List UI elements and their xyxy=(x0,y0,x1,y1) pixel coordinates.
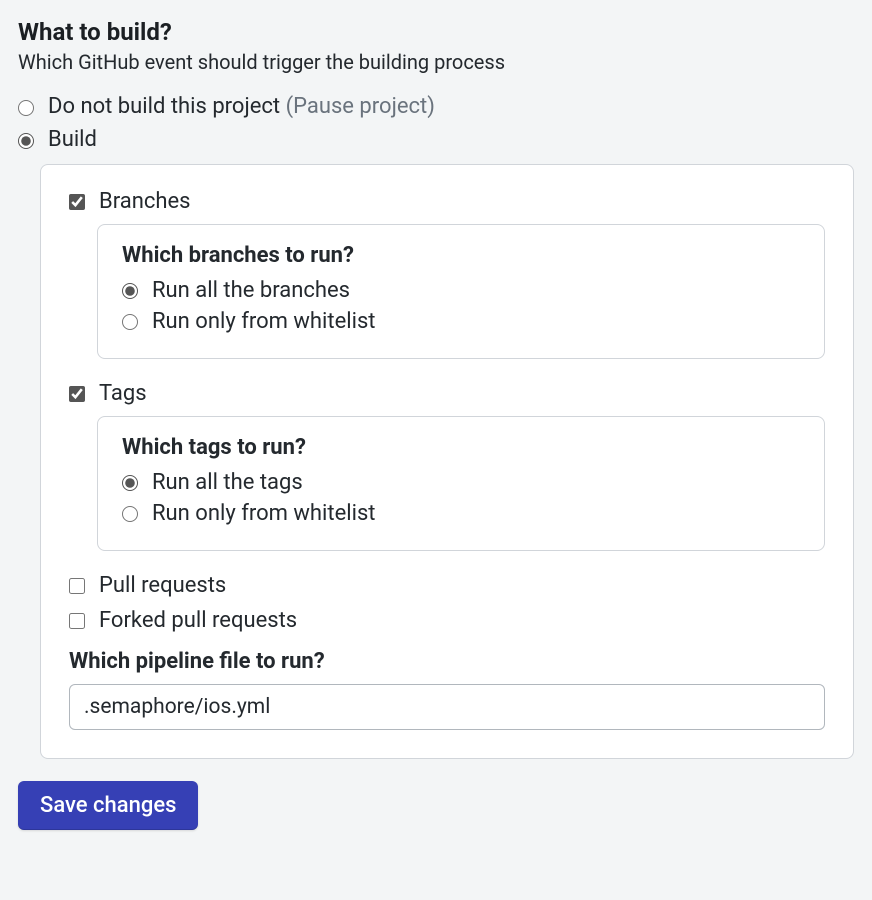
branches-subpanel: Which branches to run? Run all the branc… xyxy=(97,224,825,359)
section-subtitle: Which GitHub event should trigger the bu… xyxy=(18,50,854,74)
tags-label: Tags xyxy=(99,381,147,406)
branches-checkbox[interactable] xyxy=(69,194,85,210)
pull-requests-checkbox-row[interactable]: Pull requests xyxy=(69,573,825,598)
forked-pull-requests-checkbox-row[interactable]: Forked pull requests xyxy=(69,608,825,633)
forked-pull-requests-checkbox[interactable] xyxy=(69,613,85,629)
tags-whitelist-radio[interactable] xyxy=(122,506,138,522)
pull-requests-checkbox[interactable] xyxy=(69,578,85,594)
branches-whitelist-radio[interactable] xyxy=(122,314,138,330)
do-not-build-label: Do not build this project (Pause project… xyxy=(48,94,435,119)
branches-checkbox-row[interactable]: Branches xyxy=(69,189,825,214)
do-not-build-radio[interactable] xyxy=(18,100,34,116)
build-radio[interactable] xyxy=(18,133,34,149)
tags-subpanel-title: Which tags to run? xyxy=(122,435,800,460)
branches-run-all-row[interactable]: Run all the branches xyxy=(122,278,800,303)
branches-label: Branches xyxy=(99,189,191,214)
tags-checkbox-row[interactable]: Tags xyxy=(69,381,825,406)
tags-whitelist-label: Run only from whitelist xyxy=(152,501,376,526)
branches-run-all-label: Run all the branches xyxy=(152,278,350,303)
forked-pull-requests-label: Forked pull requests xyxy=(99,608,297,633)
branches-run-all-radio[interactable] xyxy=(122,283,138,299)
tags-run-all-label: Run all the tags xyxy=(152,470,303,495)
branches-subpanel-title: Which branches to run? xyxy=(122,243,800,268)
build-mode-do-not-build[interactable]: Do not build this project (Pause project… xyxy=(18,94,854,119)
section-title: What to build? xyxy=(18,18,854,46)
branches-whitelist-row[interactable]: Run only from whitelist xyxy=(122,309,800,334)
tags-run-all-row[interactable]: Run all the tags xyxy=(122,470,800,495)
pipeline-file-input[interactable] xyxy=(69,684,825,730)
branches-whitelist-label: Run only from whitelist xyxy=(152,309,376,334)
build-label: Build xyxy=(48,127,97,152)
pull-requests-label: Pull requests xyxy=(99,573,226,598)
pause-project-hint: (Pause project) xyxy=(286,94,435,119)
tags-run-all-radio[interactable] xyxy=(122,475,138,491)
tags-whitelist-row[interactable]: Run only from whitelist xyxy=(122,501,800,526)
build-options-panel: Branches Which branches to run? Run all … xyxy=(40,164,854,759)
tags-checkbox[interactable] xyxy=(69,386,85,402)
build-mode-build[interactable]: Build xyxy=(18,127,854,152)
build-settings-form: What to build? Which GitHub event should… xyxy=(18,18,854,830)
tags-subpanel: Which tags to run? Run all the tags Run … xyxy=(97,416,825,551)
save-changes-button[interactable]: Save changes xyxy=(18,781,198,830)
pipeline-file-label: Which pipeline file to run? xyxy=(69,649,825,674)
